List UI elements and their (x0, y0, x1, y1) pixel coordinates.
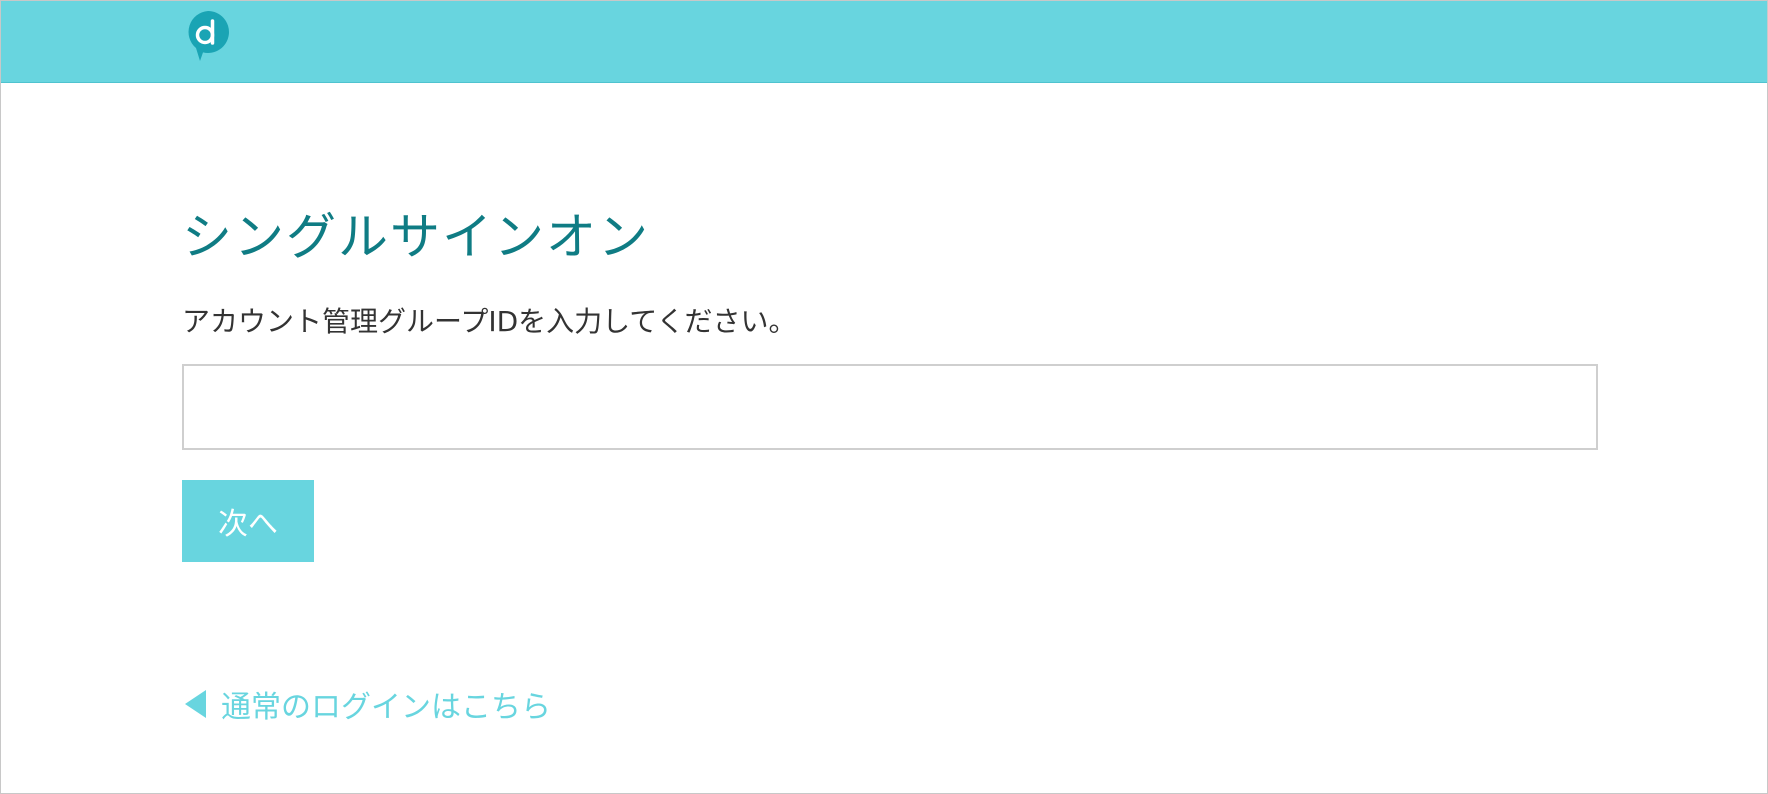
group-id-instruction: アカウント管理グループIDを入力してください。 (182, 305, 797, 338)
normal-login-link-label: 通常のログインはこちら (221, 690, 551, 725)
triangle-left-icon (185, 690, 206, 718)
next-button[interactable]: 次へ (182, 480, 314, 562)
page-title: シングルサインオン (182, 208, 650, 266)
d-chat-bubble-logo-icon (188, 11, 229, 61)
app-logo-icon[interactable] (185, 9, 231, 63)
group-id-input[interactable] (182, 364, 1598, 450)
top-header-bar (1, 1, 1767, 83)
normal-login-link[interactable]: 通常のログインはこちら (185, 683, 551, 725)
page-frame: シングルサインオン アカウント管理グループIDを入力してください。 次へ 通常の… (0, 0, 1768, 794)
